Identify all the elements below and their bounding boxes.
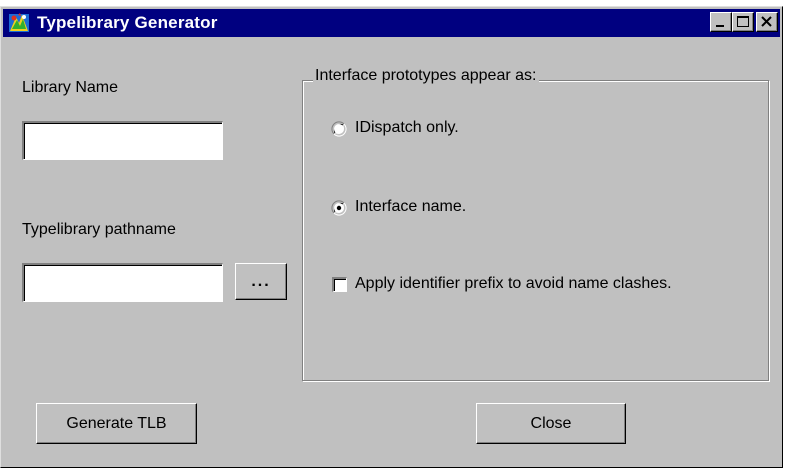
minimize-icon [716,25,724,27]
window-title: Typelibrary Generator [37,13,218,32]
maximize-button[interactable] [732,12,754,32]
identifier-prefix-label[interactable]: Apply identifier prefix to avoid name cl… [355,275,672,293]
close-button[interactable]: Close [476,403,626,444]
pathname-input[interactable] [22,263,223,302]
pathname-label: Typelibrary pathname [22,221,176,238]
identifier-prefix-checkbox[interactable] [332,277,347,292]
library-name-label: Library Name [22,79,119,96]
caption-buttons [710,12,778,32]
idispatch-radio[interactable] [331,121,347,137]
maximize-icon [737,16,749,27]
minimize-button[interactable] [710,12,732,32]
library-name-input[interactable] [22,121,223,160]
interface-name-radio[interactable] [331,200,347,216]
title-bar[interactable]: Typelibrary Generator [3,9,780,37]
interface-name-label[interactable]: Interface name. [355,198,466,216]
close-icon [761,16,772,27]
typelibrary-generator-window: Typelibrary Generator Library Name Typel… [0,6,783,468]
typelib-app-icon [9,13,29,32]
idispatch-label[interactable]: IDispatch only. [355,119,459,137]
prototypes-group-title: Interface prototypes appear as: [313,67,540,85]
generate-tlb-button[interactable]: Generate TLB [36,403,197,444]
browse-button[interactable]: ... [235,263,287,300]
close-window-button[interactable] [756,12,778,32]
